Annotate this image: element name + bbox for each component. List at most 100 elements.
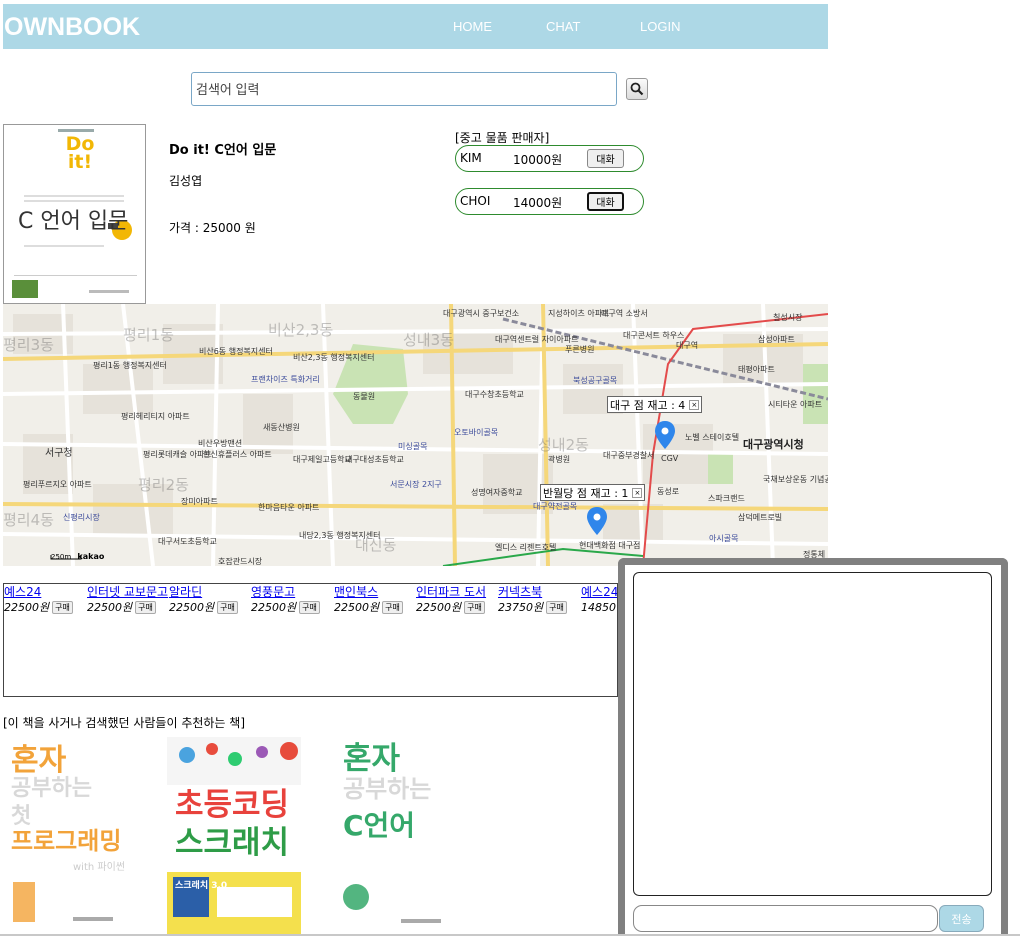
store-item: 인터넷 교보문고 22500원 구매 [87, 585, 169, 616]
map-poi-label: 대구대성초등학교 [345, 455, 404, 464]
map-poi-label: 삼덕메트로빌 [738, 513, 783, 522]
store-link[interactable]: 맨인북스 [334, 585, 416, 600]
map-poi-label: 대구광역시 중구보건소 [443, 309, 520, 318]
seller-name: KIM [460, 151, 482, 165]
map-poi-label: 비산6동 행정복지센터 [199, 347, 273, 356]
store-item: 예스24 22500원 구매 [4, 585, 86, 616]
close-icon[interactable]: × [689, 399, 700, 410]
cover-title-doit: Do it! [65, 133, 95, 173]
store-map[interactable]: 평리3동 평리1동 비산2,3동 성내3동 성내2동 대신동 평리2동 평리4동… [3, 304, 828, 566]
site-logo[interactable]: OWNBOOK [4, 13, 140, 42]
nav-chat-link[interactable]: CHAT [546, 19, 580, 34]
map-poi-label: 신평리시장 [63, 513, 100, 522]
store-link[interactable]: 예스24 [581, 585, 617, 600]
recommended-book-cover[interactable]: 초등코딩 스크래치 스크래치 3.0 [167, 737, 301, 936]
map-poi-label: 삼성아파트 [758, 335, 795, 344]
map-poi-label: 비산2,3동 행정복지센터 [293, 353, 375, 362]
map-provider-logo: kakao [77, 552, 105, 561]
store-price: 22500원 [416, 601, 462, 614]
map-poi-label: 대구역센트럴 자이아파트 [495, 335, 579, 344]
map-poi-label: 서구청 [45, 448, 73, 459]
buy-button[interactable]: 구매 [546, 601, 567, 614]
map-poi-label: 서문시장 2지구 [390, 480, 442, 489]
store-link[interactable]: 커넥츠북 [498, 585, 580, 600]
map-poi-label: 평리푸르지오 아파트 [23, 480, 92, 489]
buy-button[interactable]: 구매 [217, 601, 238, 614]
map-scale: 250m kakao [51, 552, 104, 561]
chat-send-button[interactable]: 전송 [939, 905, 984, 932]
store-item: 알라딘 22500원 구매 [169, 585, 251, 616]
recommended-book-cover[interactable]: 혼자 공부하는 C언어 [331, 737, 465, 936]
store-stock-infowindow[interactable]: 반월당 점 재고 : 1 × [540, 484, 646, 501]
map-poi-label: 북성공구골목 [573, 376, 618, 385]
store-price: 22500원 [251, 601, 297, 614]
map-poi-label: 대구서도초등학교 [158, 537, 217, 546]
map-poi-label: 대구콘서트 하우스 [623, 331, 685, 340]
book-price: 가격 : 25000 원 [169, 221, 256, 235]
store-stock-infowindow[interactable]: 대구 점 재고 : 4 × [607, 396, 703, 413]
buy-button[interactable]: 구매 [52, 601, 73, 614]
buy-button[interactable]: 구매 [464, 601, 485, 614]
map-poi-label: 내당2,3동 행정복지센터 [299, 531, 381, 540]
map-district-label: 성내3동 [403, 331, 454, 349]
rec-cover-art [13, 882, 113, 922]
chat-message-log[interactable] [633, 572, 992, 896]
chat-with-seller-button[interactable]: 대화 [587, 192, 624, 211]
map-poi-label: 비산우방맨션 [198, 439, 243, 448]
map-poi-label: 아시골목 [709, 534, 739, 543]
map-poi-label: 새동산병원 [263, 423, 300, 432]
map-district-label: 평리2동 [138, 476, 189, 494]
map-poi-label: 대구수창초등학교 [465, 390, 524, 399]
search-button[interactable] [626, 78, 648, 100]
close-icon[interactable]: × [632, 487, 643, 498]
seller-row-choi: CHOI 14000원 대화 [455, 188, 644, 215]
book-cover-image: Do it! C 언어 입문 [3, 124, 146, 304]
map-poi-label: 시티타운 아파트 [768, 400, 823, 409]
store-price: 22500원 [4, 601, 50, 614]
map-poi-label: 노벨 스테이호텔 [685, 433, 740, 442]
search-icon [630, 82, 644, 96]
map-poi-label: 현대백화점 대구점 [579, 541, 641, 550]
store-price: 22500원 [169, 601, 215, 614]
map-district-label: 비산2,3동 [268, 321, 334, 339]
store-link[interactable]: 예스24 [4, 585, 86, 600]
store-link[interactable]: 영풍문고 [251, 585, 333, 600]
map-poi-label: 호잡관드시장 [218, 557, 263, 566]
chat-with-seller-button[interactable]: 대화 [587, 149, 624, 168]
chat-panel: 전송 [618, 558, 1008, 936]
map-district-label: 평리1동 [123, 326, 174, 344]
map-poi-label: 칠성시장 [773, 313, 803, 322]
top-nav-bar: OWNBOOK HOME CHAT LOGIN [3, 4, 828, 49]
map-poi-label: 대구광역시청 [743, 438, 804, 451]
store-link[interactable]: 인터넷 교보문고 [87, 585, 169, 600]
store-price: 22500원 [87, 601, 133, 614]
store-link[interactable]: 알라딘 [169, 585, 251, 600]
map-poi-label: 성명여자중학교 [471, 488, 523, 497]
recommended-book-cover[interactable]: 혼자 공부하는 첫 프로그래밍 with 파이썬 [3, 737, 137, 936]
search-input[interactable] [191, 72, 617, 106]
map-district-label: 평리3동 [3, 336, 54, 354]
store-stock-label: 대구 점 재고 : 4 [610, 398, 686, 412]
map-poi-label: 엘디스 리젠트호텔 [495, 543, 557, 552]
buy-button[interactable]: 구매 [299, 601, 320, 614]
nav-login-link[interactable]: LOGIN [640, 19, 680, 34]
map-district-label: 성내2동 [538, 436, 589, 454]
rec-cover-text: 스크래치 3.0 [175, 881, 228, 891]
online-store-list: 예스24 22500원 구매 인터넷 교보문고 22500원 구매 알라딘 2250… [3, 583, 618, 697]
buy-button[interactable]: 구매 [382, 601, 403, 614]
store-link[interactable]: 인터파크 도서 [416, 585, 498, 600]
map-poi-label: 대구중부경찰서 [603, 451, 655, 460]
store-item: 영풍문고 22500원 구매 [251, 585, 333, 616]
map-poi-label: 대구제일고등학교 [293, 455, 352, 464]
chat-message-input[interactable] [633, 905, 938, 932]
map-poi-label: 동성로 [657, 487, 680, 496]
buy-button[interactable]: 구매 [135, 601, 156, 614]
nav-home-link[interactable]: HOME [453, 19, 492, 34]
map-poi-label: 동물원 [353, 392, 376, 401]
map-poi-label: 한신휴플러스 아파트 [203, 450, 272, 459]
map-poi-label: 태평아파트 [738, 365, 775, 374]
map-poi-label: CGV [661, 454, 679, 463]
map-poi-label: 곽병원 [548, 455, 571, 464]
store-stock-label: 반월당 점 재고 : 1 [543, 486, 629, 500]
seller-name: CHOI [460, 194, 491, 208]
